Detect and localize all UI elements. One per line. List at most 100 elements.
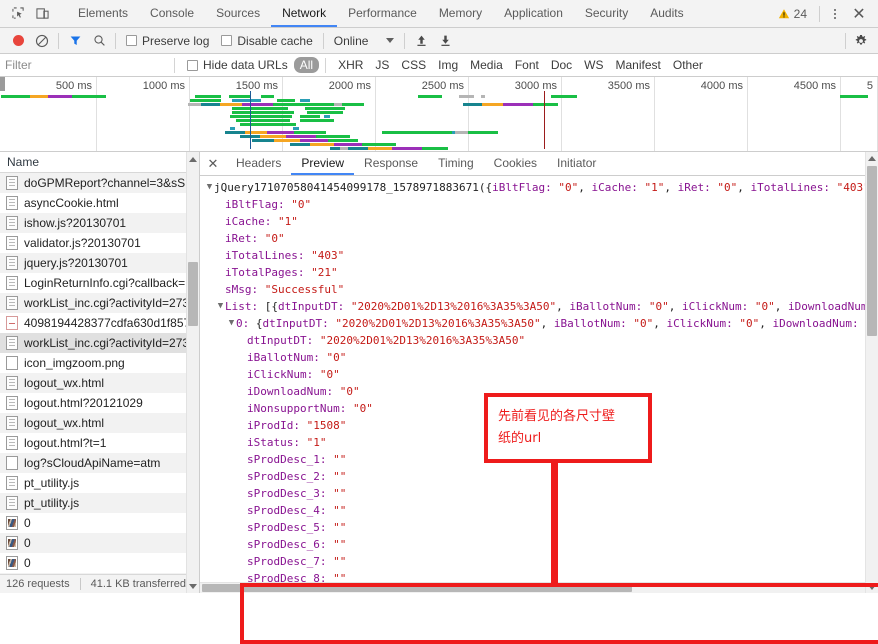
json-tree-row[interactable]: sProdDesc_7: "": [200, 553, 878, 570]
type-filter-ws[interactable]: WS: [578, 57, 609, 73]
hide-data-urls-checkbox-box[interactable]: [187, 59, 198, 71]
preview-scroll-up-icon[interactable]: [866, 152, 878, 164]
upload-arrow-icon[interactable]: [409, 29, 433, 53]
preview-scrollbar-thumb[interactable]: [867, 166, 877, 336]
request-list-item[interactable]: workList_inc.cgi?activityId=273: [0, 333, 199, 353]
gear-icon[interactable]: [850, 30, 872, 52]
request-list-item[interactable]: logout_wx.html: [0, 373, 199, 393]
type-filter-other[interactable]: Other: [667, 57, 709, 73]
json-tree-row[interactable]: ▼ jQuery17107058041454099178_157897188367…: [200, 179, 878, 196]
preview-vertical-scrollbar[interactable]: [865, 152, 878, 593]
json-tree-row[interactable]: sProdDesc_5: "": [200, 519, 878, 536]
json-tree-row[interactable]: ▼ List: [{dtInputDT: "2020%2D01%2D13%2016…: [200, 298, 878, 315]
type-filter-css[interactable]: CSS: [395, 57, 432, 73]
type-filter-img[interactable]: Img: [432, 57, 464, 73]
request-list-item[interactable]: logout.html?t=1: [0, 433, 199, 453]
disclosure-triangle-icon[interactable]: ▼: [205, 179, 214, 196]
request-list-item[interactable]: jquery.js?20130701: [0, 253, 199, 273]
request-list-item[interactable]: 0: [0, 513, 199, 533]
disclosure-triangle-icon[interactable]: ▼: [227, 315, 236, 332]
json-tree-row[interactable]: iRet: "0": [200, 230, 878, 247]
throttling-select[interactable]: Online: [328, 34, 401, 48]
clear-no-entry-icon[interactable]: [30, 29, 54, 53]
preview-json-tree[interactable]: ▼ jQuery17107058041454099178_157897188367…: [200, 176, 878, 593]
request-list-item[interactable]: icon_imgzoom.png: [0, 353, 199, 373]
detail-tab-headers[interactable]: Headers: [226, 152, 291, 175]
request-list-item[interactable]: 0: [0, 573, 199, 574]
disclosure-triangle-icon[interactable]: ▼: [216, 298, 225, 315]
device-toolbar-icon[interactable]: [30, 1, 54, 27]
inspect-cursor-icon[interactable]: [6, 1, 30, 27]
warning-counter[interactable]: 24: [770, 7, 815, 21]
json-tree-row[interactable]: sProdDesc_3: "": [200, 485, 878, 502]
type-filter-all[interactable]: All: [293, 57, 320, 73]
request-list-item[interactable]: log?sCloudApiName=atm: [0, 453, 199, 473]
disable-cache-checkbox[interactable]: Disable cache: [215, 34, 318, 48]
preserve-log-checkbox-box[interactable]: [126, 35, 137, 46]
request-list-item[interactable]: pt_utility.js: [0, 473, 199, 493]
preserve-log-checkbox[interactable]: Preserve log: [120, 34, 215, 48]
type-filter-doc[interactable]: Doc: [545, 57, 578, 73]
tab-elements[interactable]: Elements: [67, 0, 139, 27]
scroll-up-arrow-icon[interactable]: [187, 152, 199, 166]
tab-sources[interactable]: Sources: [205, 0, 271, 27]
request-list-item[interactable]: LoginReturnInfo.cgi?callback=: [0, 273, 199, 293]
record-stop-icon[interactable]: [6, 29, 30, 53]
detail-tab-cookies[interactable]: Cookies: [484, 152, 547, 175]
request-list-item[interactable]: logout_wx.html: [0, 413, 199, 433]
detail-tab-preview[interactable]: Preview: [291, 152, 355, 175]
detail-tab-initiator[interactable]: Initiator: [547, 152, 606, 175]
tab-performance[interactable]: Performance: [337, 0, 428, 27]
json-tree-row[interactable]: sProdDesc_4: "": [200, 502, 878, 519]
json-tree-row[interactable]: dtInputDT: "2020%2D01%2D13%2016%3A35%3A5…: [200, 332, 878, 349]
type-filter-font[interactable]: Font: [509, 57, 545, 73]
request-list-item[interactable]: 0: [0, 553, 199, 573]
request-list-item[interactable]: doGPMReport?channel=3&sS.: [0, 173, 199, 193]
tab-console[interactable]: Console: [139, 0, 205, 27]
tab-application[interactable]: Application: [493, 0, 574, 27]
tab-security[interactable]: Security: [574, 0, 639, 27]
close-icon[interactable]: ✕: [846, 1, 872, 27]
detail-close-icon[interactable]: ✕: [200, 152, 226, 175]
download-arrow-icon[interactable]: [433, 29, 457, 53]
json-tree-row[interactable]: sProdDesc_6: "": [200, 536, 878, 553]
json-tree-row[interactable]: iCache: "1": [200, 213, 878, 230]
detail-tab-timing[interactable]: Timing: [428, 152, 484, 175]
search-magnifier-icon[interactable]: [87, 29, 111, 53]
request-list-item[interactable]: asyncCookie.html: [0, 193, 199, 213]
json-tree-row[interactable]: sProdDesc_2: "": [200, 468, 878, 485]
request-list-item[interactable]: logout.html?20121029: [0, 393, 199, 413]
type-filter-manifest[interactable]: Manifest: [610, 57, 667, 73]
type-filter-js[interactable]: JS: [369, 57, 395, 73]
json-tree-row[interactable]: iTotalPages: "21": [200, 264, 878, 281]
kebab-menu-icon[interactable]: [824, 1, 846, 27]
request-list-item[interactable]: pt_utility.js: [0, 493, 199, 513]
hide-data-urls-checkbox[interactable]: Hide data URLs: [181, 58, 294, 72]
tab-memory[interactable]: Memory: [428, 0, 493, 27]
funnel-filter-icon[interactable]: [63, 29, 87, 53]
network-overview-timeline[interactable]: 500 ms 1000 ms 1500 ms 2000 ms 2500 ms 3000 m…: [0, 77, 878, 152]
request-list-item[interactable]: ishow.js?20130701: [0, 213, 199, 233]
type-filter-media[interactable]: Media: [464, 57, 509, 73]
json-tree-row[interactable]: iBallotNum: "0": [200, 349, 878, 366]
request-list-item[interactable]: 4098194428377cdfa630d1f857: [0, 313, 199, 333]
json-tree-row[interactable]: iTotalLines: "403": [200, 247, 878, 264]
type-filter-xhr[interactable]: XHR: [332, 57, 369, 73]
request-list-item[interactable]: workList_inc.cgi?activityId=273: [0, 293, 199, 313]
request-list-scrollbar[interactable]: [186, 152, 199, 593]
tab-audits[interactable]: Audits: [639, 0, 694, 27]
overview-request-bar: [188, 103, 201, 106]
json-tree-row[interactable]: ▼ 0: {dtInputDT: "2020%2D01%2D13%2016%3A3…: [200, 315, 878, 332]
json-tree-row[interactable]: iBltFlag: "0": [200, 196, 878, 213]
tab-network[interactable]: Network: [271, 0, 338, 27]
json-tree-row[interactable]: sMsg: "Successful": [200, 281, 878, 298]
disable-cache-checkbox-box[interactable]: [221, 35, 233, 46]
request-list[interactable]: doGPMReport?channel=3&sS. asyncCookie.htm…: [0, 173, 199, 574]
filter-input[interactable]: [0, 54, 168, 76]
scroll-down-arrow-icon[interactable]: [187, 579, 199, 593]
scrollbar-thumb[interactable]: [188, 262, 198, 326]
request-list-item[interactable]: 0: [0, 533, 199, 553]
request-list-item[interactable]: validator.js?20130701: [0, 233, 199, 253]
json-tree-row[interactable]: iClickNum: "0": [200, 366, 878, 383]
detail-tab-response[interactable]: Response: [354, 152, 428, 175]
